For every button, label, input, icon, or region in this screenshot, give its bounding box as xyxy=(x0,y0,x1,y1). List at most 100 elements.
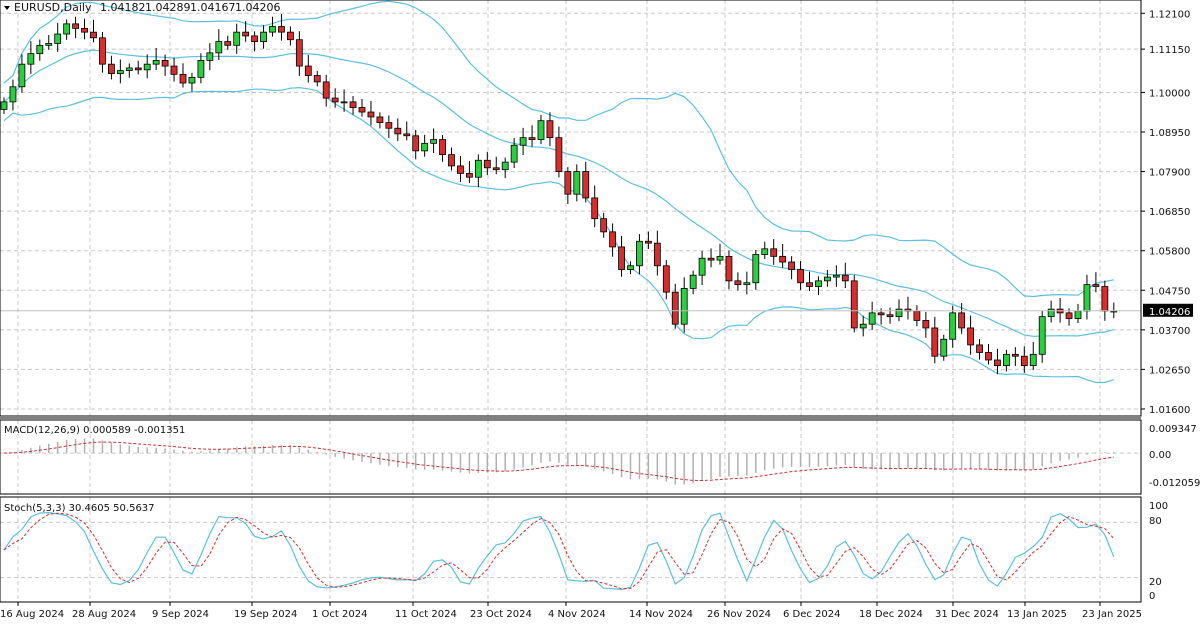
price-header: EURUSD,Daily 1.04182 1.04289 1.04167 1.0… xyxy=(4,1,281,14)
candle-bullish xyxy=(152,60,160,65)
date-tick-label: 19 Sep 2024 xyxy=(234,609,297,620)
macd-scale-top: 0.009347 xyxy=(1149,424,1197,435)
candle-bullish xyxy=(36,44,44,55)
candle-bullish xyxy=(716,255,724,261)
candle-bearish xyxy=(278,26,285,33)
price-tick-label: 1.10000 xyxy=(1149,88,1190,99)
price-tick-label: 1.06850 xyxy=(1149,207,1190,218)
price-tick-label: 1.12100 xyxy=(1149,9,1190,20)
candle-bearish xyxy=(457,165,464,174)
header-high: 1.04289 xyxy=(145,1,191,14)
candle-bearish xyxy=(788,261,795,270)
date-tick-label: 6 Dec 2024 xyxy=(783,609,841,620)
candle-bearish xyxy=(994,359,1001,367)
price-tick-label: 1.04750 xyxy=(1149,286,1190,297)
candle-bullish xyxy=(1029,353,1037,367)
candle-bullish xyxy=(197,60,205,78)
date-tick-label: 31 Dec 2024 xyxy=(935,609,999,620)
candle-bearish xyxy=(546,120,554,139)
price-tick-label: 1.01600 xyxy=(1149,405,1190,416)
candle-bearish xyxy=(313,75,321,83)
candle-bullish xyxy=(1074,310,1082,319)
price-tick-label: 1.05800 xyxy=(1149,247,1190,258)
candle-bullish xyxy=(949,312,957,340)
candle-bullish xyxy=(689,274,697,289)
candle-bullish xyxy=(627,265,634,270)
candle-bearish xyxy=(671,291,679,325)
candle-bearish xyxy=(967,327,974,346)
date-tick-label: 26 Nov 2024 xyxy=(707,609,771,620)
candle-bearish xyxy=(412,135,420,152)
candle-bullish xyxy=(0,101,8,110)
candle-bearish xyxy=(358,107,366,113)
candle-bullish xyxy=(832,274,840,278)
candle-bullish xyxy=(54,33,62,44)
candle-bullish xyxy=(1003,353,1010,367)
candle-bullish xyxy=(1038,316,1046,355)
candle-bearish xyxy=(322,81,330,99)
candle-bearish xyxy=(376,116,384,123)
candle-bearish xyxy=(725,255,733,282)
candle-bearish xyxy=(600,218,608,233)
candle-bullish xyxy=(340,101,348,104)
date-tick-label: 1 Oct 2024 xyxy=(312,609,367,620)
candle-bearish xyxy=(224,41,232,46)
date-tick-label: 18 Dec 2024 xyxy=(859,609,923,620)
current-price-text: 1.04206 xyxy=(1149,307,1190,318)
candle-bearish xyxy=(662,265,670,293)
header-low: 1.04167 xyxy=(190,1,236,14)
candle-bearish xyxy=(367,111,375,118)
candle-bearish xyxy=(394,127,402,135)
candle-bearish xyxy=(161,60,169,67)
candle-bearish xyxy=(72,23,79,29)
date-tick-label: 16 Aug 2024 xyxy=(0,609,64,620)
candle-bearish xyxy=(609,231,616,248)
macd-title: MACD(12,26,9) 0.000589 -0.001351 xyxy=(4,425,185,436)
candle-bearish xyxy=(653,242,661,267)
macd-scale-bottom: -0.012059 xyxy=(1149,478,1200,489)
candle-bearish xyxy=(108,63,115,74)
candle-bearish xyxy=(976,344,983,353)
candle-bearish xyxy=(134,67,142,71)
candle-bullish xyxy=(116,70,124,74)
candle-bearish xyxy=(1092,284,1100,287)
price-tick-label: 1.07900 xyxy=(1149,168,1190,179)
candle-bearish xyxy=(81,27,88,33)
candle-bullish xyxy=(636,240,643,267)
stoch-scale-20: 20 xyxy=(1149,577,1162,588)
macd-scale-zero: 0.00 xyxy=(1149,450,1171,461)
candle-bullish xyxy=(125,67,133,71)
candle-bullish xyxy=(27,53,35,65)
candle-bearish xyxy=(483,159,491,169)
candle-bullish xyxy=(868,312,876,325)
candle-bearish xyxy=(707,257,715,261)
candle-bearish xyxy=(958,312,966,329)
date-tick-label: 11 Oct 2024 xyxy=(395,609,457,620)
candle-bullish xyxy=(45,43,53,46)
candle-bearish xyxy=(841,274,849,282)
candle-bearish xyxy=(295,39,303,67)
candle-bullish xyxy=(1083,284,1091,312)
candle-bullish xyxy=(474,159,482,178)
candle-bearish xyxy=(331,97,339,103)
candle-bullish xyxy=(680,287,688,325)
candle-bearish xyxy=(591,197,599,220)
candle-bearish xyxy=(797,269,804,284)
stoch-scale-0: 0 xyxy=(1149,591,1155,602)
trading-chart[interactable]: EURUSD,Daily 1.04182 1.04289 1.04167 1.0… xyxy=(0,0,1200,630)
candle-bearish xyxy=(877,312,885,316)
candle-bullish xyxy=(18,63,26,88)
candle-bearish xyxy=(439,139,446,156)
candle-bearish xyxy=(618,246,625,270)
candle-bearish xyxy=(448,154,455,167)
candle-bullish xyxy=(269,26,276,33)
header-symbol: EURUSD,Daily xyxy=(14,1,92,14)
candle-bullish xyxy=(63,23,71,35)
candle-bearish xyxy=(564,171,572,195)
candle-bearish xyxy=(922,320,930,329)
candle-bearish xyxy=(582,171,590,199)
candle-bullish xyxy=(430,139,438,144)
candle-bearish xyxy=(770,248,778,257)
candle-bullish xyxy=(9,86,17,103)
candle-bearish xyxy=(90,31,97,39)
